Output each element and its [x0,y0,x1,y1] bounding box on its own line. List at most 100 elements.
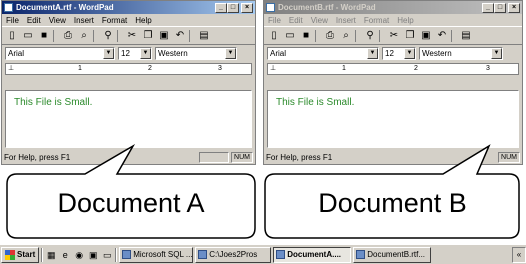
callout-document-b: Document B [263,144,522,240]
toolbar-separator [53,29,59,42]
start-button[interactable]: Start [1,246,40,263]
cut-icon[interactable]: ✂ [125,29,139,43]
chevron-down-icon[interactable]: ▼ [404,48,415,59]
wordpad-icon [356,250,366,259]
find-icon[interactable]: ⚲ [363,29,377,43]
browser-icon[interactable]: e [59,249,71,261]
undo-icon[interactable]: ↶ [173,29,187,43]
ruler[interactable]: ⊥ 1 2 3 [5,63,252,75]
taskbar-item-document-b[interactable]: DocumentB.rtf... [353,246,432,263]
maximize-button[interactable]: □ [494,2,506,13]
minimize-button[interactable]: _ [215,2,227,13]
print-preview-icon[interactable]: ⌕ [339,29,353,43]
menu-file[interactable]: File [6,16,19,25]
menu-insert[interactable]: Insert [74,16,94,25]
quicklaunch-separator [115,247,118,262]
task-label: Microsoft SQL ... [133,250,193,259]
taskbar-item-sql[interactable]: Microsoft SQL ... [119,246,194,263]
chevron-down-icon[interactable]: ▼ [140,48,151,59]
new-icon[interactable]: ▯ [267,29,281,43]
toolbar-separator [355,29,361,42]
tray-expand-button[interactable]: « [512,246,526,263]
computer-icon[interactable]: ▣ [87,249,99,261]
undo-icon[interactable]: ↶ [435,29,449,43]
title-bar[interactable]: DocumentA.rtf - WordPad _ □ × [2,1,255,14]
script-select[interactable]: Western ▼ [419,47,503,60]
format-bar: Arial ▼ 12 ▼ Western ▼ [264,45,522,62]
sql-icon [122,250,132,259]
font-value: Arial [270,49,287,58]
chevron-down-icon[interactable]: ▼ [225,48,236,59]
document-text[interactable]: This File is Small. [276,97,354,108]
menu-bar: File Edit View Insert Format Help [2,14,255,26]
document-text[interactable]: This File is Small. [14,97,92,108]
outlook-icon[interactable]: ◉ [73,249,85,261]
wordpad-window-b[interactable]: DocumentB.rtf - WordPad _ □ × File Edit … [263,0,523,165]
windows-logo-icon [5,249,15,260]
new-icon[interactable]: ▯ [5,29,19,43]
paste-icon[interactable]: ▣ [419,29,433,43]
open-icon[interactable]: ▭ [283,29,297,43]
menu-edit[interactable]: Edit [27,16,41,25]
toolbar-separator [379,29,385,42]
menu-help[interactable]: Help [135,16,151,25]
wordpad-icon [276,250,286,259]
date-time-icon[interactable]: ▤ [459,29,473,43]
document-area[interactable]: This File is Small. [5,90,252,148]
ruler-tick-3: 3 [486,65,490,72]
print-preview-icon[interactable]: ⌕ [77,29,91,43]
num-lock-indicator: NUM [231,151,253,163]
status-text: For Help, press F1 [266,152,333,162]
document-area[interactable]: This File is Small. [267,90,519,148]
status-text: For Help, press F1 [4,152,71,162]
title-bar[interactable]: DocumentB.rtf - WordPad _ □ × [264,1,522,14]
ruler-marker[interactable]: ⊥ [270,64,276,74]
font-size-select[interactable]: 12 ▼ [118,47,152,60]
ruler[interactable]: ⊥ 1 2 3 [267,63,519,75]
minimize-button[interactable]: _ [482,2,494,13]
save-icon[interactable]: ■ [37,29,51,43]
menu-help[interactable]: Help [397,16,413,25]
print-icon[interactable]: ⎙ [323,29,337,43]
script-select[interactable]: Western ▼ [155,47,237,60]
task-label: C:\Joes2Pros [209,250,258,259]
paste-icon[interactable]: ▣ [157,29,171,43]
menu-format[interactable]: Format [364,16,389,25]
copy-icon[interactable]: ❐ [403,29,417,43]
wordpad-window-a[interactable]: DocumentA.rtf - WordPad _ □ × File Edit … [1,0,256,165]
save-icon[interactable]: ■ [299,29,313,43]
font-select[interactable]: Arial ▼ [5,47,115,60]
taskbar-item-document-a[interactable]: DocumentA.... [273,246,352,263]
font-select[interactable]: Arial ▼ [267,47,379,60]
font-size-select[interactable]: 12 ▼ [382,47,416,60]
toolbar-separator [93,29,99,42]
show-desktop-icon[interactable]: ▦ [45,249,57,261]
cut-icon[interactable]: ✂ [387,29,401,43]
copy-icon[interactable]: ❐ [141,29,155,43]
print-icon[interactable]: ⎙ [61,29,75,43]
menu-view[interactable]: View [49,16,66,25]
close-button[interactable]: × [241,2,253,13]
chevron-down-icon[interactable]: ▼ [103,48,114,59]
menu-format[interactable]: Format [102,16,127,25]
maximize-button[interactable]: □ [227,2,239,13]
chevron-down-icon[interactable]: ▼ [367,48,378,59]
ruler-marker[interactable]: ⊥ [8,64,14,74]
toolbar-separator [315,29,321,42]
menu-edit[interactable]: Edit [289,16,303,25]
chevron-down-icon[interactable]: ▼ [491,48,502,59]
find-icon[interactable]: ⚲ [101,29,115,43]
folder-icon[interactable]: ▭ [101,249,113,261]
start-label: Start [17,250,36,259]
open-icon[interactable]: ▭ [21,29,35,43]
quicklaunch-separator [41,247,44,262]
menu-insert[interactable]: Insert [336,16,356,25]
menu-file[interactable]: File [268,16,281,25]
date-time-icon[interactable]: ▤ [197,29,211,43]
taskbar-item-folder[interactable]: C:\Joes2Pros [195,246,272,263]
menu-view[interactable]: View [311,16,328,25]
ruler-tick-1: 1 [342,65,346,72]
ruler-tick-2: 2 [148,65,152,72]
callout-label: Document A [57,188,205,218]
close-button[interactable]: × [508,2,520,13]
